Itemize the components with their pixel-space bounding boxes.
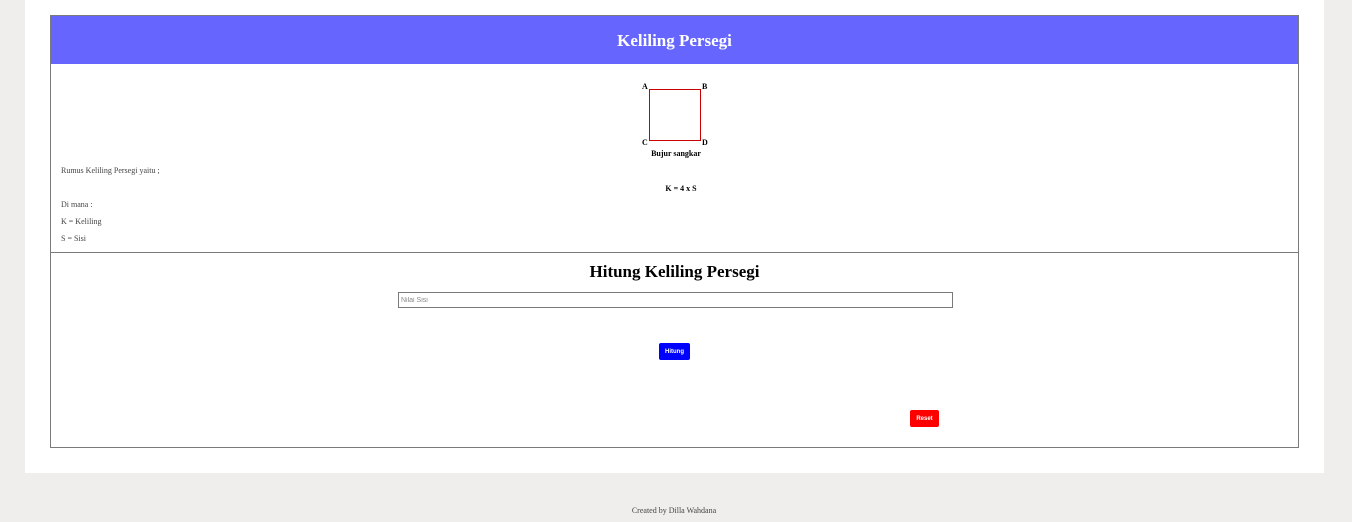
- side-value-input[interactable]: [398, 292, 953, 308]
- vertex-label-b: B: [702, 82, 708, 91]
- calculator-title: Hitung Keliling Persegi: [589, 262, 760, 281]
- figure-caption: Bujur sangkar: [651, 149, 701, 158]
- square-diagram-icon: [649, 89, 701, 141]
- calculate-button[interactable]: Hitung: [659, 343, 690, 360]
- where-label: Di mana :: [61, 200, 93, 209]
- main-container: Keliling Persegi A B C D Bujur sangkar R…: [50, 15, 1299, 448]
- footer-credit: Created by Dilla Wahdana: [631, 506, 717, 515]
- formula: K = 4 x S: [665, 184, 697, 193]
- vertex-label-c: C: [642, 138, 648, 147]
- definition-s: S = Sisi: [61, 234, 86, 243]
- definition-k: K = Keliling: [61, 217, 102, 226]
- vertex-label-d: D: [702, 138, 708, 147]
- page-title: Keliling Persegi: [51, 16, 1298, 64]
- square-figure: A B C D Bujur sangkar: [641, 81, 711, 161]
- formula-intro: Rumus Keliling Persegi yaitu ;: [61, 166, 160, 175]
- reset-button[interactable]: Reset: [910, 410, 939, 427]
- vertex-label-a: A: [642, 82, 648, 91]
- section-divider: [51, 252, 1298, 253]
